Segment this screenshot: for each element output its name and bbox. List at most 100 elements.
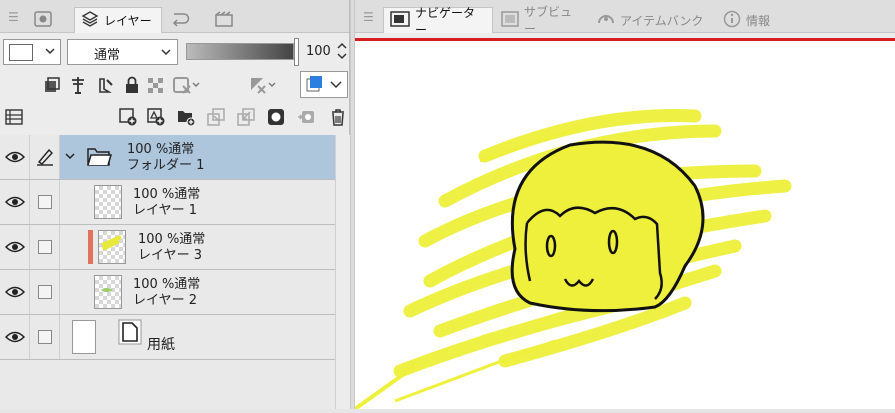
lock-icon[interactable]: [122, 75, 142, 95]
layer-lock-toggle[interactable]: [30, 225, 60, 269]
panel-grip-icon[interactable]: ☰: [363, 11, 374, 23]
layer-mask-icon[interactable]: [266, 107, 286, 127]
layer-list: 100 %通常 フォルダー 1 100 %通常 レイヤー 1 100 %通常 レ…: [0, 135, 335, 409]
layer-name: フォルダー 1: [127, 158, 205, 173]
layer-thumbnail: [94, 275, 122, 309]
layer-row-layer-2[interactable]: 100 %通常 レイヤー 2: [0, 270, 335, 315]
opacity-value[interactable]: 100: [306, 44, 331, 59]
mask-dropdown[interactable]: [172, 75, 202, 95]
clip-to-lower-layer-icon[interactable]: [42, 75, 62, 95]
tab-item-bank[interactable]: アイテムバンク: [591, 7, 715, 33]
paper-layer-icon: [118, 319, 142, 349]
layer-main[interactable]: 100 %通常 レイヤー 2: [60, 270, 335, 314]
navigator-icon: [390, 11, 410, 30]
tab-subview-label: サブビュー: [524, 5, 573, 36]
new-folder-icon[interactable]: [176, 107, 196, 127]
checkbox[interactable]: [37, 195, 52, 209]
layer-main[interactable]: 100 %通常 レイヤー 1: [60, 180, 335, 224]
folder-icon: [86, 146, 113, 172]
navigator-panel-tabbar: ☰ ナビゲーター サブビュー アイテムバンク 情報: [355, 0, 895, 37]
tab-animation[interactable]: [208, 7, 250, 33]
trash-icon[interactable]: [328, 107, 348, 127]
layer-row-layer-1[interactable]: 100 %通常 レイヤー 1: [0, 180, 335, 225]
layer-name: 用紙: [147, 337, 175, 353]
opacity-slider-handle[interactable]: [294, 38, 299, 66]
info-icon: [723, 10, 741, 31]
layer-color-dropdown[interactable]: [3, 39, 61, 65]
layer-row-folder-1[interactable]: 100 %通常 フォルダー 1: [0, 135, 335, 180]
eye-icon: [4, 331, 25, 343]
layer-toolbar-options: [0, 71, 350, 99]
new-raster-layer-icon[interactable]: [118, 107, 138, 127]
layer-list-scrollbar[interactable]: [335, 135, 350, 409]
layer-thumbnail: [94, 185, 122, 219]
layer-toolbar-blend: 通常 100: [0, 37, 350, 67]
animation-icon: [214, 10, 234, 30]
layer-lock-toggle[interactable]: [30, 180, 60, 224]
navigator-panel: ☰ ナビゲーター サブビュー アイテムバンク 情報: [353, 0, 895, 411]
layer-opacity-blend: 100 %通常: [127, 142, 195, 157]
tab-undo-history[interactable]: [164, 7, 206, 33]
new-vector-layer-icon[interactable]: [146, 107, 166, 127]
opacity-slider-fill: [187, 44, 293, 59]
chevron-down-icon: [160, 46, 172, 61]
tab-item-bank-label: アイテムバンク: [620, 13, 704, 28]
navigator-preview[interactable]: [353, 38, 895, 411]
ruler-dropdown[interactable]: [248, 75, 278, 95]
layer-main[interactable]: 100 %通常 レイヤー 3: [60, 225, 335, 269]
blend-mode-select[interactable]: 通常: [67, 39, 178, 65]
paper-thumbnail: [72, 320, 96, 354]
tab-navigator[interactable]: ナビゲーター: [383, 6, 493, 37]
layer-opacity-blend: 100 %通常: [138, 232, 206, 247]
layer-property-icon: [34, 10, 52, 30]
pen-icon: [36, 148, 53, 166]
layer-name: レイヤー 3: [138, 248, 203, 263]
edit-target-indicator[interactable]: [30, 135, 60, 179]
layer-toolbar-actions: [0, 104, 350, 132]
tab-layer-property[interactable]: [28, 7, 70, 33]
tab-subview[interactable]: サブビュー: [495, 5, 589, 36]
layer-thumbnail: [98, 230, 126, 264]
layer-color-tag: [88, 230, 93, 264]
checkbox[interactable]: [37, 240, 52, 254]
tab-info-label: 情報: [746, 13, 771, 28]
panel-grip-icon[interactable]: ☰: [8, 11, 19, 23]
transfer-to-lower-layer-icon[interactable]: [206, 107, 226, 127]
layer-color-swatch: [9, 44, 33, 61]
tab-layer[interactable]: レイヤー: [74, 7, 162, 33]
layer-lock-toggle[interactable]: [30, 270, 60, 314]
layer-row-paper[interactable]: 用紙: [0, 315, 335, 360]
eye-icon: [4, 196, 25, 208]
layer-main[interactable]: 100 %通常 フォルダー 1: [60, 135, 335, 179]
item-bank-icon: [597, 11, 615, 30]
layer-name: レイヤー 1: [133, 203, 198, 218]
checkbox[interactable]: [37, 330, 52, 344]
opacity-slider[interactable]: [186, 43, 294, 60]
layer-color-dropdown-2[interactable]: [300, 71, 348, 98]
canvas-artwork: [353, 109, 792, 411]
layers-icon: [81, 10, 99, 31]
lock-transparency-icon[interactable]: [145, 75, 165, 95]
visibility-toggle[interactable]: [0, 135, 30, 179]
checkbox[interactable]: [37, 285, 52, 299]
layer-panel: ☰ レイヤー 通常 100 100 %通常 フォルダー 1 100 %通常 レイ…: [0, 0, 350, 409]
apply-mask-icon[interactable]: [296, 107, 316, 127]
visibility-toggle[interactable]: [0, 180, 30, 224]
layer-list-menu-icon[interactable]: [4, 107, 24, 127]
chevron-down-icon[interactable]: [64, 150, 76, 166]
layer-lock-toggle[interactable]: [30, 315, 60, 359]
visibility-toggle[interactable]: [0, 270, 30, 314]
layer-main[interactable]: 用紙: [60, 315, 335, 359]
visibility-toggle[interactable]: [0, 225, 30, 269]
merge-down-icon[interactable]: [236, 107, 256, 127]
chevron-down-icon: [44, 45, 56, 60]
reference-layer-icon[interactable]: [68, 75, 88, 95]
layer-opacity-blend: 100 %通常: [133, 187, 201, 202]
tab-info[interactable]: 情報: [717, 7, 787, 33]
draft-layer-icon[interactable]: [96, 75, 116, 95]
eye-icon: [4, 286, 25, 298]
layer-panel-tabbar: ☰ レイヤー: [0, 0, 349, 33]
visibility-toggle[interactable]: [0, 315, 30, 359]
layer-row-layer-3[interactable]: 100 %通常 レイヤー 3: [0, 225, 335, 270]
opacity-spinner[interactable]: [336, 41, 348, 64]
